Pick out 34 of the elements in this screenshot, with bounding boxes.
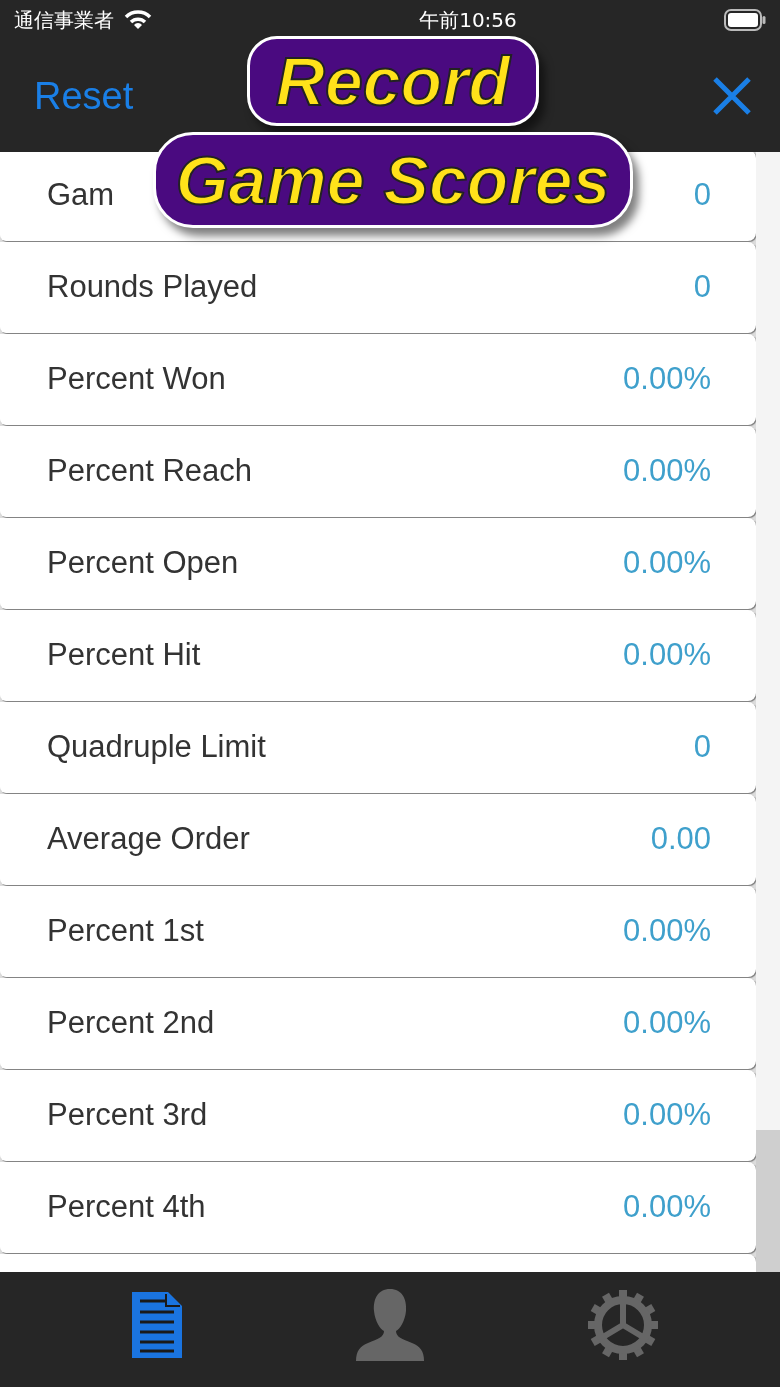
person-icon <box>356 1288 424 1361</box>
stat-label: Gam <box>47 176 115 215</box>
stat-value: 0.00% <box>623 636 711 675</box>
stat-value: 0.00% <box>623 1004 711 1043</box>
clock-time: 午前10:56 <box>419 7 517 34</box>
stat-label: Quadruple Limit <box>47 728 266 767</box>
stat-value: 0.00% <box>623 1188 711 1227</box>
stat-value: 0 <box>693 176 711 215</box>
banner-line: Record <box>246 36 540 126</box>
stat-label: Average Order <box>47 820 250 859</box>
stat-value: 0.00% <box>623 544 711 583</box>
stat-label: Percent Open <box>47 544 239 583</box>
document-icon <box>131 1291 182 1358</box>
stat-label: Percent Hit <box>47 636 201 675</box>
stat-label: Percent 1st <box>47 912 204 951</box>
stat-label: Rounds Played <box>47 268 258 307</box>
stat-value: 0.00% <box>623 360 711 399</box>
stat-value: 0 <box>693 268 711 307</box>
carrier-name: 通信事業者 <box>14 7 114 34</box>
stat-value: 0 <box>693 728 711 767</box>
stat-label: Percent Reach <box>47 452 253 491</box>
stat-label: Percent 2nd <box>47 1004 215 1043</box>
stat-label: Percent 3rd <box>47 1096 208 1135</box>
battery-icon <box>724 9 766 31</box>
stat-label: Percent Won <box>47 360 226 399</box>
stat-label: Percent 4th <box>47 1188 206 1227</box>
stat-value: 0.00% <box>623 912 711 951</box>
stat-value: 0.00% <box>623 452 711 491</box>
reset-button[interactable]: Reset <box>34 67 134 125</box>
stat-value: 0.00 <box>650 820 711 859</box>
stat-value: 0.00% <box>623 1096 711 1135</box>
settings-icon <box>588 1289 659 1360</box>
scrollbar-thumb[interactable] <box>756 1130 780 1272</box>
wifi-icon <box>124 10 152 30</box>
